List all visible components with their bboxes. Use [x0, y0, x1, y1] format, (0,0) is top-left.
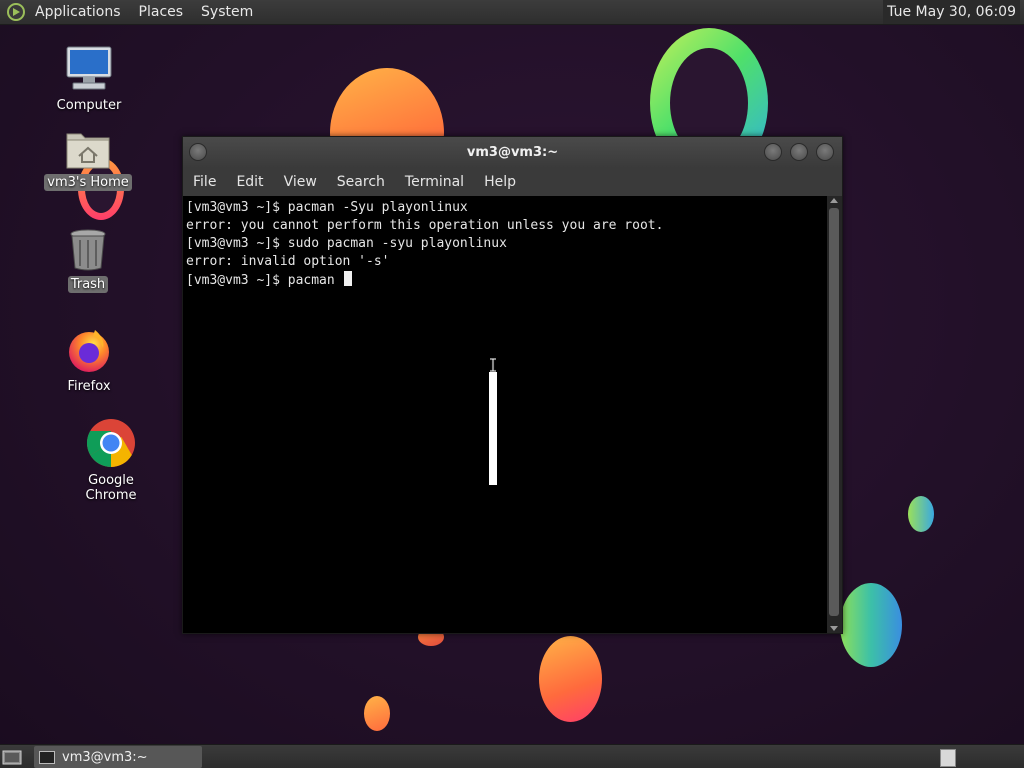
menu-terminal[interactable]: Terminal [395, 168, 474, 196]
menu-edit[interactable]: Edit [226, 168, 273, 196]
taskbar-item-terminal[interactable]: vm3@vm3:~ [34, 746, 202, 768]
terminal-menubar: File Edit View Search Terminal Help [183, 168, 842, 196]
menu-help[interactable]: Help [474, 168, 526, 196]
window-titlebar[interactable]: vm3@vm3:~ [183, 137, 842, 168]
close-button[interactable] [816, 143, 834, 161]
minimize-button[interactable] [764, 143, 782, 161]
chrome-icon [86, 419, 135, 467]
desktop-icon-label: Trash [67, 276, 109, 293]
desktop-icon-label: vm3's Home [44, 174, 132, 191]
text-cursor [343, 271, 352, 286]
wallpaper-teal-blob-large [840, 583, 902, 667]
desktop-icon-chrome[interactable]: Google Chrome [58, 418, 164, 504]
terminal-prompt-line[interactable]: [vm3@vm3 ~]$ pacman [186, 271, 663, 289]
scrollbar-thumb[interactable] [829, 208, 839, 616]
terminal-output[interactable]: [vm3@vm3 ~]$ pacman -Syu playonlinux err… [183, 196, 826, 633]
terminal-line: [vm3@vm3 ~]$ pacman [186, 273, 343, 288]
home-folder-icon [66, 133, 110, 169]
terminal-line: error: you cannot perform this operation… [186, 218, 664, 233]
terminal-icon [39, 750, 55, 764]
maximize-button[interactable] [790, 143, 808, 161]
display-artifact-bar [489, 372, 497, 485]
distro-logo-icon[interactable] [6, 2, 26, 22]
clock[interactable]: Tue May 30, 06:09 [883, 0, 1020, 24]
wallpaper-orange-blob-bottom [539, 636, 602, 722]
workspace-switcher[interactable] [940, 749, 956, 767]
scroll-down-arrow-icon[interactable] [830, 626, 838, 631]
wallpaper-orange-blob-tiny [364, 696, 390, 731]
applications-menu[interactable]: Applications [26, 0, 130, 24]
taskbar-item-label: vm3@vm3:~ [62, 749, 148, 765]
terminal-line: error: invalid option '-s' [186, 254, 390, 269]
desktop-icon-firefox[interactable]: Firefox [54, 326, 124, 395]
terminal-window[interactable]: vm3@vm3:~ File Edit View Search Terminal… [182, 136, 843, 634]
menu-file[interactable]: File [183, 168, 226, 196]
desktop-icon-label: Google Chrome [85, 473, 137, 503]
firefox-icon [69, 330, 109, 372]
terminal-scrollbar[interactable] [827, 196, 842, 633]
top-panel: Applications Places System Tue May 30, 0… [0, 0, 1024, 25]
ibeam-cursor-icon [490, 358, 496, 372]
desktop-icon-label: Firefox [67, 379, 111, 394]
menu-view[interactable]: View [274, 168, 327, 196]
show-desktop-icon[interactable] [2, 748, 22, 766]
desktop-icon-label: Computer [56, 98, 122, 113]
menu-search[interactable]: Search [327, 168, 395, 196]
places-menu[interactable]: Places [130, 0, 193, 24]
desktop-icon-home[interactable]: vm3's Home [42, 128, 134, 191]
desktop-icon-computer[interactable]: Computer [50, 45, 128, 114]
desktop-icon-trash[interactable]: Trash [58, 228, 118, 293]
monitor-icon [66, 46, 112, 90]
bottom-panel: vm3@vm3:~ [0, 744, 1024, 768]
window-title: vm3@vm3:~ [466, 145, 559, 160]
scroll-up-arrow-icon[interactable] [830, 198, 838, 203]
terminal-line: [vm3@vm3 ~]$ pacman -Syu playonlinux [186, 200, 468, 215]
wallpaper-teal-blob-small [908, 496, 934, 532]
trash-icon [70, 229, 106, 271]
terminal-line: [vm3@vm3 ~]$ sudo pacman -syu playonlinu… [186, 236, 507, 251]
window-menu-button[interactable] [189, 143, 207, 161]
system-menu[interactable]: System [192, 0, 262, 24]
